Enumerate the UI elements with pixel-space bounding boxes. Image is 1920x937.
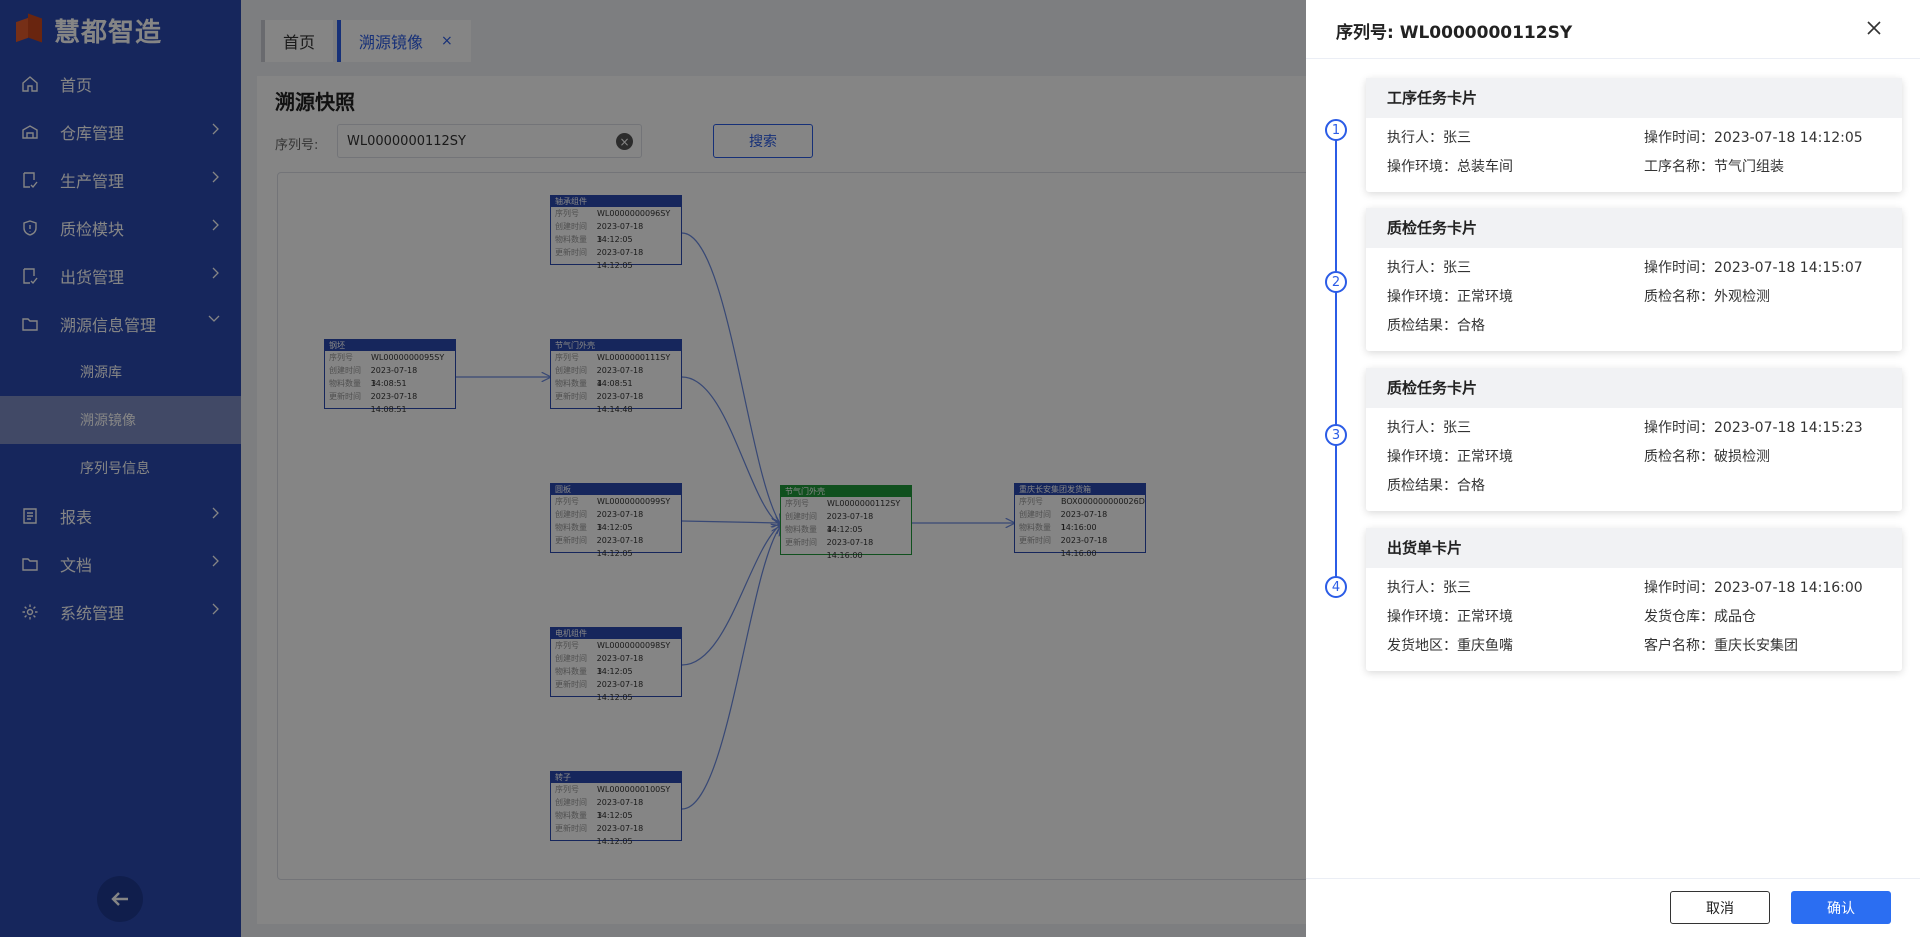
card-field: 工序名称：节气门组装 (1644, 159, 1784, 175)
card-field: 操作时间：2023-07-18 14:16:00 (1644, 580, 1863, 596)
card-field: 操作环境：正常环境 (1387, 449, 1513, 465)
close-icon[interactable] (1864, 18, 1884, 38)
timeline-step: 2 (1325, 271, 1347, 293)
drawer-title: 序列号: WL0000000112SY (1336, 23, 1573, 43)
card-field: 执行人：张三 (1387, 260, 1471, 276)
card-field: 操作时间：2023-07-18 14:12:05 (1644, 130, 1863, 146)
card-field: 操作时间：2023-07-18 14:15:23 (1644, 420, 1863, 436)
quality-task-card: 质检任务卡片 执行人：张三 操作时间：2023-07-18 14:15:23 操… (1366, 368, 1902, 511)
card-field: 执行人：张三 (1387, 420, 1471, 436)
card-title: 出货单卡片 (1366, 528, 1902, 568)
card-field: 质检结果：合格 (1387, 318, 1485, 334)
divider (1306, 58, 1920, 59)
card-field: 操作时间：2023-07-18 14:15:07 (1644, 260, 1863, 276)
card-field: 操作环境：总装车间 (1387, 159, 1513, 175)
quality-task-card: 质检任务卡片 执行人：张三 操作时间：2023-07-18 14:15:07 操… (1366, 208, 1902, 351)
timeline-step: 4 (1325, 576, 1347, 598)
shipment-card: 出货单卡片 执行人：张三 操作时间：2023-07-18 14:16:00 操作… (1366, 528, 1902, 671)
confirm-button[interactable]: 确认 (1791, 891, 1891, 924)
card-field (1644, 312, 1881, 341)
card-field: 发货仓库：成品仓 (1644, 609, 1756, 625)
card-field: 操作环境：正常环境 (1387, 289, 1513, 305)
timeline-line (1335, 130, 1337, 588)
card-field: 执行人：张三 (1387, 580, 1471, 596)
timeline-step: 1 (1325, 119, 1347, 141)
card-field: 发货地区：重庆鱼嘴 (1387, 638, 1513, 654)
card-field: 操作环境：正常环境 (1387, 609, 1513, 625)
detail-drawer: 序列号: WL0000000112SY 1 工序任务卡片 执行人：张三 操作时间… (1306, 0, 1920, 937)
card-title: 质检任务卡片 (1366, 368, 1902, 408)
card-field: 质检名称：破损检测 (1644, 449, 1770, 465)
process-task-card: 工序任务卡片 执行人：张三 操作时间：2023-07-18 14:12:05 操… (1366, 78, 1902, 192)
modal-overlay[interactable] (0, 0, 1306, 937)
card-field: 质检名称：外观检测 (1644, 289, 1770, 305)
card-field: 质检结果：合格 (1387, 478, 1485, 494)
card-field: 执行人：张三 (1387, 130, 1471, 146)
card-title: 工序任务卡片 (1366, 78, 1902, 118)
divider (1306, 878, 1920, 879)
card-title: 质检任务卡片 (1366, 208, 1902, 248)
timeline-step: 3 (1325, 424, 1347, 446)
card-field (1644, 472, 1881, 501)
cancel-button[interactable]: 取消 (1670, 891, 1770, 924)
card-field: 客户名称：重庆长安集团 (1644, 638, 1798, 654)
